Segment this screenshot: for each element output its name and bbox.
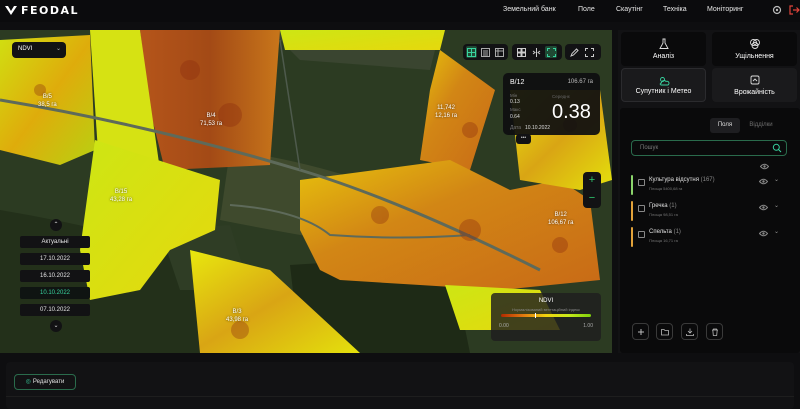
delete-button[interactable] bbox=[706, 323, 723, 340]
divider bbox=[6, 396, 794, 397]
grid-view-icon[interactable] bbox=[515, 46, 527, 58]
chevron-down-icon: ⌄ bbox=[55, 46, 61, 52]
crop-color-marker bbox=[631, 227, 633, 247]
download-button[interactable] bbox=[681, 323, 698, 340]
nav-machinery[interactable]: Техніка bbox=[663, 6, 687, 13]
legend-subtitle: Нормалізований вегетаційний індекс bbox=[511, 307, 581, 312]
eye-all-icon[interactable] bbox=[760, 163, 769, 170]
legend-gradient bbox=[501, 314, 591, 317]
nav-field[interactable]: Поле bbox=[578, 6, 595, 13]
view-tools bbox=[512, 44, 562, 60]
compare-icon[interactable] bbox=[530, 46, 542, 58]
field-label-b12[interactable]: B/12 106,67 га bbox=[548, 211, 573, 227]
date-value: 10.10.2022 bbox=[525, 125, 551, 131]
field-label-b4[interactable]: B/4 71,53 га bbox=[200, 112, 222, 128]
legend-marker bbox=[535, 313, 537, 318]
chevron-down-icon[interactable]: ⌄ bbox=[774, 202, 779, 209]
date-item[interactable]: 17.10.2022 bbox=[20, 253, 90, 265]
weather-icon bbox=[659, 77, 669, 86]
chevron-down-icon[interactable]: ⌄ bbox=[774, 228, 779, 235]
tab-analysis[interactable]: Аналіз bbox=[621, 32, 706, 66]
nav-monitoring[interactable]: Моніторинг bbox=[707, 6, 743, 13]
date-item[interactable]: 07.10.2022 bbox=[20, 304, 90, 316]
legend-max: 1.00 bbox=[583, 323, 593, 329]
nav-scouting[interactable]: Скаутінг bbox=[616, 6, 643, 13]
pencil-icon[interactable] bbox=[568, 46, 580, 58]
settings-icon[interactable] bbox=[771, 4, 783, 16]
min-value: 0.13 bbox=[510, 99, 520, 105]
add-icon bbox=[637, 328, 644, 335]
layer-list-icon[interactable] bbox=[480, 46, 491, 58]
date-label: Дата bbox=[510, 125, 522, 131]
logo-mark-icon bbox=[5, 6, 17, 15]
draw-tools bbox=[565, 44, 601, 60]
download-icon bbox=[685, 328, 694, 336]
field-name: В/12 bbox=[510, 79, 525, 86]
nav-land-bank[interactable]: Земельний банк bbox=[503, 6, 556, 13]
zoom-control: + − bbox=[583, 172, 601, 208]
crop-checkbox[interactable] bbox=[638, 231, 645, 238]
crop-checkbox[interactable] bbox=[638, 179, 645, 186]
field-info-card: В/12 106.67 га Мін 0.13 Макс 0.64 Середн… bbox=[503, 73, 600, 135]
logo[interactable]: FEODAL bbox=[4, 3, 79, 17]
logout-icon[interactable] bbox=[788, 4, 800, 16]
crop-row[interactable]: Спельта (1) Площа 16,71 га ⌄ bbox=[631, 227, 789, 247]
tab-compaction[interactable]: Ущільнення bbox=[712, 32, 797, 66]
layer-table-icon[interactable] bbox=[494, 46, 505, 58]
fit-bounds-icon[interactable] bbox=[545, 46, 557, 58]
min-label: Мін bbox=[510, 93, 518, 98]
crop-row[interactable]: Гречка (1) Площа 98,51 га ⌄ bbox=[631, 201, 789, 221]
date-item[interactable]: 16.10.2022 bbox=[20, 270, 90, 282]
edit-icon: ◎ bbox=[25, 379, 31, 385]
edit-button[interactable]: ◎ Редагувати bbox=[14, 374, 76, 390]
field-label-b3[interactable]: B/3 43,98 га bbox=[226, 308, 248, 324]
flask-icon bbox=[658, 38, 669, 49]
field-label-b5[interactable]: B/5 38,5 га bbox=[38, 93, 57, 109]
ndvi-legend: NDVI Нормалізований вегетаційний індекс … bbox=[491, 293, 601, 341]
avg-value: 0.38 bbox=[552, 101, 591, 123]
add-button[interactable] bbox=[632, 323, 649, 340]
fullscreen-icon[interactable] bbox=[583, 46, 595, 58]
bottom-card bbox=[6, 362, 794, 409]
zoom-out-button[interactable]: − bbox=[583, 190, 601, 208]
top-bar: FEODAL Земельний банк Поле Скаутінг Техн… bbox=[0, 0, 800, 22]
tab-yield[interactable]: Врожайність bbox=[712, 68, 797, 102]
crop-checkbox[interactable] bbox=[638, 205, 645, 212]
folder-button[interactable] bbox=[656, 323, 673, 340]
layers-icon bbox=[749, 39, 760, 49]
avg-label: Середнє bbox=[552, 94, 571, 99]
chevron-down-icon[interactable]: ⌄ bbox=[774, 176, 779, 183]
trash-icon bbox=[711, 328, 718, 336]
search-input[interactable]: Пошук bbox=[631, 140, 787, 156]
field-area: 106.67 га bbox=[567, 79, 593, 85]
search-icon bbox=[772, 143, 782, 153]
legend-title: NDVI bbox=[538, 298, 554, 304]
more-button[interactable]: ••• bbox=[516, 134, 531, 144]
field-label-b15[interactable]: B/15 43,28 га bbox=[110, 188, 132, 204]
legend-min: 0.00 bbox=[499, 323, 509, 329]
date-item-active[interactable]: 10.10.2022 bbox=[20, 287, 90, 299]
layer-grid-icon[interactable] bbox=[466, 46, 477, 58]
max-value: 0.64 bbox=[510, 114, 520, 120]
dates-down-button[interactable]: ⌄ bbox=[50, 320, 62, 332]
crop-row[interactable]: Культура відсутня (167) Площа 5400,68 га… bbox=[631, 175, 789, 195]
field-label-11742[interactable]: 11,742 12,16 га bbox=[435, 104, 457, 120]
dates-up-button[interactable]: ⌃ bbox=[50, 219, 62, 231]
eye-icon[interactable] bbox=[759, 230, 768, 237]
logo-text: FEODAL bbox=[21, 3, 80, 17]
yield-icon bbox=[750, 75, 759, 85]
crop-color-marker bbox=[631, 201, 633, 221]
max-label: Макс bbox=[510, 107, 521, 112]
crop-color-marker bbox=[631, 175, 633, 195]
date-item-current[interactable]: Актуальні bbox=[20, 236, 90, 248]
layer-tools bbox=[463, 44, 508, 60]
segment-departments[interactable]: Відділки bbox=[742, 118, 780, 133]
eye-icon[interactable] bbox=[759, 204, 768, 211]
eye-icon[interactable] bbox=[759, 178, 768, 185]
zoom-in-button[interactable]: + bbox=[583, 172, 601, 190]
segment-fields[interactable]: Поля bbox=[710, 118, 740, 133]
index-select[interactable]: NDVI ⌄ bbox=[12, 42, 66, 58]
tab-satellite-weather[interactable]: Супутник і Метео bbox=[621, 68, 706, 102]
folder-icon bbox=[660, 328, 669, 335]
